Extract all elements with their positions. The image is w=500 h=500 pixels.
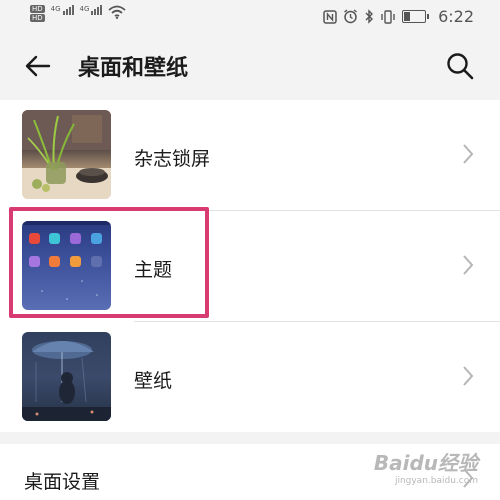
signal-icon: 4G [80,5,103,15]
search-icon[interactable] [444,50,476,82]
list-item-theme[interactable]: 主题 [0,211,500,321]
watermark: Baidu经验 jingyan.baidu.com [374,447,478,486]
page-title: 桌面和壁纸 [78,56,189,81]
hd-badge: HD [30,14,45,22]
back-arrow-icon[interactable] [22,50,54,82]
vibrate-icon [381,9,395,24]
alarm-icon [344,9,357,24]
list-item-label: 壁纸 [134,370,173,392]
list-item-label: 桌面设置 [24,471,101,493]
chevron-right-icon [463,144,474,164]
settings-list: 杂志锁屏 主题 壁纸 [0,100,500,432]
watermark-logo: Baidu经验 [373,451,478,475]
magazine-lock-thumbnail [22,110,111,199]
network-label: 4G [50,5,61,13]
chevron-right-icon [463,366,474,386]
list-item-label: 杂志锁屏 [134,148,211,170]
battery-icon [402,10,430,23]
bluetooth-icon [365,9,374,24]
status-left: HD HD 4G 4G [30,5,127,22]
app-header: 桌面和壁纸 [0,34,500,100]
status-time: 6:22 [438,7,474,26]
theme-thumbnail [22,221,111,310]
status-right: 6:22 [323,7,474,26]
nfc-icon [323,9,337,24]
status-bar: HD HD 4G 4G 6:22 [0,0,500,34]
signal-icon: 4G [51,5,74,15]
wallpaper-thumbnail [22,332,111,421]
chevron-right-icon [463,255,474,275]
hd-badge: HD [30,5,45,13]
watermark-url: jingyan.baidu.com [394,476,478,486]
list-item-wallpaper[interactable]: 壁纸 [0,322,500,432]
wifi-icon [108,5,127,19]
list-item-magazine-lock[interactable]: 杂志锁屏 [0,100,500,210]
network-label: 4G [79,5,90,13]
hd-badges: HD HD [30,5,45,22]
list-item-label: 主题 [134,259,173,281]
